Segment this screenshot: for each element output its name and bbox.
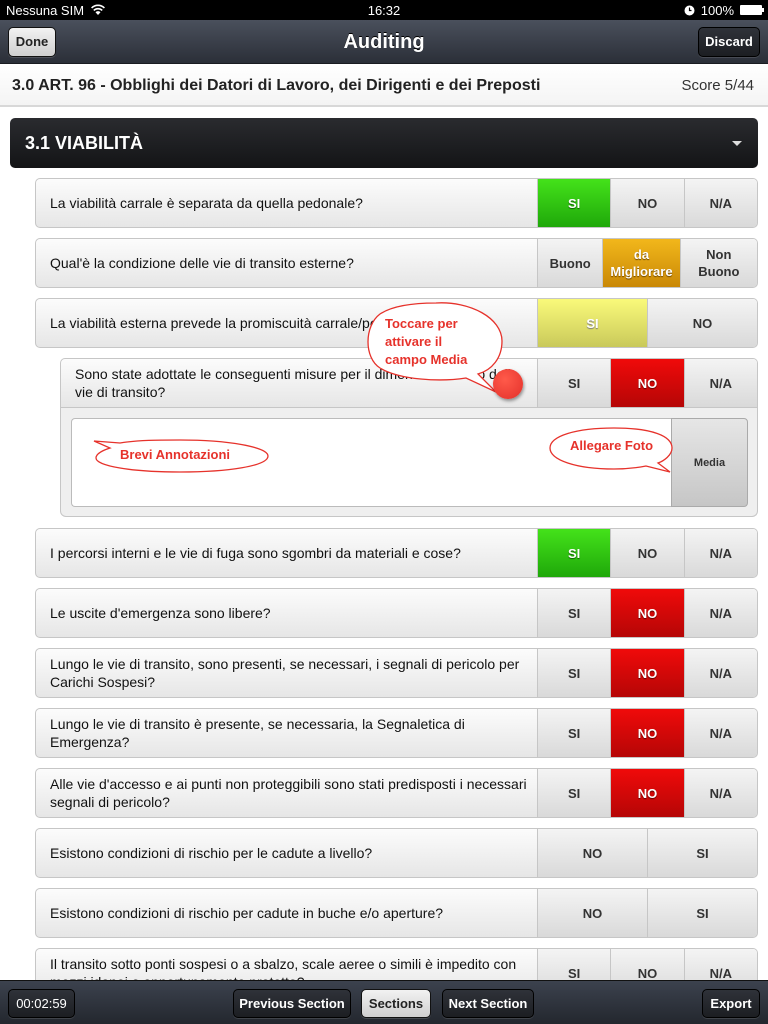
answer-option-n-a[interactable]: N/A: [683, 529, 757, 577]
question-text: I percorsi interni e le vie di fuga sono…: [50, 545, 461, 561]
answer-option-no[interactable]: NO: [610, 769, 684, 817]
clock: 16:32: [367, 2, 401, 18]
checklist-header: 3.0 ART. 96 - Obblighi dei Datori di Lav…: [0, 65, 768, 107]
question-text: Esistono condizioni di rischio per cadut…: [50, 905, 444, 921]
answer-option-si[interactable]: SI: [537, 649, 611, 697]
answer-option-no[interactable]: NO: [537, 889, 647, 937]
touch-indicator: [493, 369, 523, 399]
question-row: La viabilità carrale è separata da quell…: [35, 178, 758, 228]
answer-option-si[interactable]: SI: [647, 889, 757, 937]
answer-option-n-a[interactable]: N/A: [683, 589, 757, 637]
alarm-clock-icon: [684, 5, 695, 15]
sections-button[interactable]: Sections: [361, 989, 431, 1018]
answer-option-si[interactable]: SI: [537, 359, 611, 407]
question-row: Le uscite d'emergenza sono libere? SI NO N/…: [35, 588, 758, 638]
answer-option-si[interactable]: SI: [537, 179, 611, 227]
answer-option-no[interactable]: NO: [610, 179, 684, 227]
done-button[interactable]: Done: [8, 27, 56, 57]
answer-option-no[interactable]: NO: [610, 589, 684, 637]
answer-option-no[interactable]: NO: [610, 709, 684, 757]
answer-segmented-control: SI NO N/A: [537, 589, 757, 637]
notes-hint-callout: Brevi Annotazioni: [120, 447, 231, 462]
answer-option-no[interactable]: NO: [610, 359, 684, 407]
question-text: Le uscite d'emergenza sono libere?: [50, 605, 271, 621]
battery-percent: 100%: [700, 2, 734, 18]
export-button[interactable]: Export: [702, 989, 760, 1018]
answer-option-n-a[interactable]: N/A: [683, 179, 757, 227]
status-bar: Nessuna SIM 16:32 100%: [0, 0, 768, 20]
question-text: Lungo le vie di transito è presente, se …: [50, 716, 465, 750]
question-text: Lungo le vie di transito, sono presenti,…: [50, 656, 520, 690]
answer-option-si[interactable]: SI: [647, 829, 757, 877]
answer-option-da-migliorare[interactable]: da Migliorare: [602, 239, 680, 287]
answer-option-si[interactable]: SI: [537, 709, 611, 757]
question-row: Lungo le vie di transito è presente, se …: [35, 708, 758, 758]
answer-option-no[interactable]: NO: [537, 829, 647, 877]
answer-option-si[interactable]: SI: [537, 299, 647, 347]
chevron-down-icon[interactable]: [732, 141, 742, 146]
section-header[interactable]: 3.1 VIABILITÀ: [10, 118, 758, 168]
answer-segmented-control: NO SI: [537, 889, 757, 937]
tap-hint-callout: Toccare per attivare il campo Media: [385, 316, 468, 367]
question-text: Qual'è la condizione delle vie di transi…: [50, 255, 354, 271]
answer-option-n-a[interactable]: N/A: [683, 709, 757, 757]
checklist-title: 3.0 ART. 96 - Obblighi dei Datori di Lav…: [12, 77, 541, 94]
media-button[interactable]: Media: [671, 418, 748, 507]
question-text: La viabilità carrale è separata da quell…: [50, 195, 363, 211]
discard-button[interactable]: Discard: [698, 27, 760, 57]
answer-option-n-a[interactable]: N/A: [683, 649, 757, 697]
notes-input[interactable]: [71, 418, 671, 507]
answer-segmented-control: SI NO N/A: [537, 709, 757, 757]
answer-segmented-control: NO SI: [537, 829, 757, 877]
notes-media-panel: Media: [60, 408, 758, 517]
answer-option-no[interactable]: NO: [610, 529, 684, 577]
answer-option-no[interactable]: NO: [647, 299, 757, 347]
answer-segmented-control: Buono da Migliorare Non Buono: [537, 239, 757, 287]
next-section-button[interactable]: Next Section: [442, 989, 534, 1018]
answer-option-si[interactable]: SI: [537, 589, 611, 637]
question-row: Esistono condizioni di rischio per le ca…: [35, 828, 758, 878]
bottom-toolbar: 00:02:59 Previous Section Sections Next …: [0, 980, 768, 1024]
question-text: Alle vie d'accesso e ai punti non proteg…: [50, 776, 527, 810]
question-row: Alle vie d'accesso e ai punti non proteg…: [35, 768, 758, 818]
wifi-icon: [91, 4, 106, 15]
answer-option-n-a[interactable]: N/A: [683, 359, 757, 407]
question-text: Esistono condizioni di rischio per le ca…: [50, 845, 373, 861]
answer-segmented-control: SI NO N/A: [537, 769, 757, 817]
answer-segmented-control: SI NO N/A: [537, 649, 757, 697]
previous-section-button[interactable]: Previous Section: [233, 989, 351, 1018]
battery-icon: [740, 5, 764, 15]
answer-option-si[interactable]: SI: [537, 769, 611, 817]
answer-segmented-control: SI NO N/A: [537, 529, 757, 577]
answer-segmented-control: SI NO: [537, 299, 757, 347]
question-row: Qual'è la condizione delle vie di transi…: [35, 238, 758, 288]
answer-option-si[interactable]: SI: [537, 529, 611, 577]
question-row: Esistono condizioni di rischio per cadut…: [35, 888, 758, 938]
carrier: Nessuna SIM: [6, 2, 85, 18]
answer-segmented-control: SI NO N/A: [537, 179, 757, 227]
answer-option-buono[interactable]: Buono: [537, 239, 603, 287]
answer-segmented-control: SI NO N/A: [537, 359, 757, 407]
answer-option-n-a[interactable]: N/A: [683, 769, 757, 817]
answer-option-non-buono[interactable]: Non Buono: [679, 239, 757, 287]
nav-bar: Auditing Done Discard: [0, 20, 768, 64]
answer-option-no[interactable]: NO: [610, 649, 684, 697]
question-row: Lungo le vie di transito, sono presenti,…: [35, 648, 758, 698]
question-row: I percorsi interni e le vie di fuga sono…: [35, 528, 758, 578]
timer: 00:02:59: [8, 989, 75, 1018]
page-title: Auditing: [343, 31, 425, 53]
photo-hint-callout: Allegare Foto: [570, 438, 654, 453]
section-title: 3.1 VIABILITÀ: [25, 133, 144, 153]
score: Score 5/44: [681, 77, 754, 94]
